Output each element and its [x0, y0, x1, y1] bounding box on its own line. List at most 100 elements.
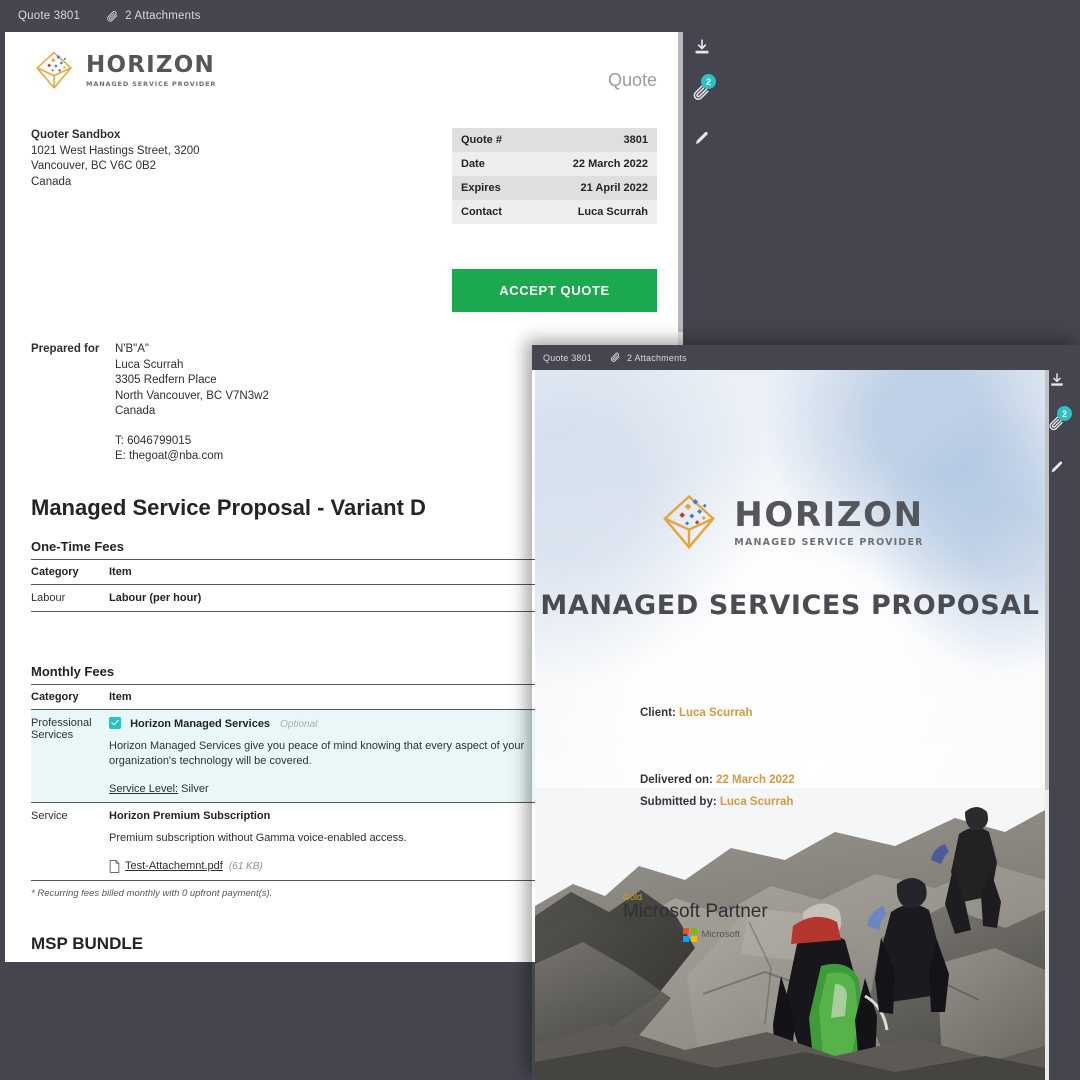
- prepared-for-label: Prepared for: [31, 343, 100, 355]
- back-attachments-label: 2 Attachments: [125, 10, 201, 22]
- edit-icon[interactable]: [1049, 459, 1065, 480]
- attachments-count-badge: 2: [701, 74, 716, 89]
- cover-delivered-value: 22 March 2022: [716, 774, 795, 786]
- cover-delivered-line: Delivered on: 22 March 2022: [640, 774, 1045, 786]
- company-address3: Canada: [31, 175, 72, 188]
- pdf-file-icon: [109, 859, 120, 873]
- paperclip-icon: [611, 352, 620, 362]
- cell-category: Professional Services: [31, 709, 109, 803]
- back-window-titlebar: Quote 3801 2 Attachments: [0, 0, 745, 32]
- microsoft-wordmark: Microsoft: [701, 929, 741, 941]
- col-category: Category: [31, 558, 109, 585]
- cell-category: Service: [31, 802, 109, 881]
- meta-value: 22 March 2022: [572, 158, 648, 170]
- attachments-icon[interactable]: 2: [692, 74, 716, 107]
- attachment-filename[interactable]: Test-Attachemnt.pdf: [125, 860, 223, 872]
- client-email: E: thegoat@nba.com: [115, 450, 224, 462]
- scrollbar-thumb[interactable]: [678, 32, 683, 332]
- download-icon[interactable]: [693, 38, 711, 61]
- optional-badge: Optional: [280, 718, 318, 730]
- accept-quote-button[interactable]: ACCEPT QUOTE: [452, 269, 657, 312]
- cell-item: Horizon Premium Subscription Premium sub…: [109, 802, 587, 881]
- client-company: N'B"A": [115, 343, 150, 355]
- cover-submitted-label: Submitted by:: [640, 796, 717, 808]
- attachments-icon[interactable]: 2: [1048, 406, 1072, 437]
- item-description: Premium subscription without Gamma voice…: [109, 831, 407, 844]
- service-level-value: Silver: [181, 782, 209, 795]
- item-name: Labour (per hour): [109, 591, 202, 604]
- meta-key: Expires: [461, 182, 501, 194]
- cover-delivered-label: Delivered on:: [640, 774, 713, 786]
- meta-row: Contact Luca Scurrah: [452, 200, 657, 224]
- service-level-line: Service Level: Silver: [109, 783, 587, 795]
- cover-client-value: Luca Scurrah: [678, 707, 753, 719]
- company-address2: Vancouver, BC V6C 0B2: [31, 160, 157, 172]
- microsoft-squares-icon: [683, 928, 697, 942]
- horizon-diamond-icon: [36, 51, 72, 90]
- col-category: Category: [31, 683, 109, 710]
- meta-row: Quote # 3801: [452, 128, 657, 152]
- cover-submitted-value: Luca Scurrah: [719, 796, 794, 808]
- front-window-action-rail: 2: [1048, 372, 1072, 502]
- back-window-action-rail: 2: [692, 38, 716, 174]
- meta-key: Date: [461, 158, 485, 170]
- meta-row: Expires 21 April 2022: [452, 176, 657, 200]
- attachment-size: (61 KB): [228, 860, 263, 872]
- cover-client-label: Client:: [640, 707, 676, 719]
- col-item: Item: [109, 683, 587, 710]
- proposal-cover-page: HORIZON MANAGED SERVICE PROVIDER MANAGED…: [535, 370, 1045, 1080]
- back-attachments-item[interactable]: 2 Attachments: [106, 10, 200, 23]
- paperclip-icon: [107, 10, 118, 22]
- service-level-label: Service Level:: [109, 782, 179, 795]
- front-attachments-item[interactable]: 2 Attachments: [610, 352, 687, 363]
- horizon-diamond-icon: [663, 494, 716, 550]
- meta-value: 3801: [623, 134, 648, 146]
- client-address3: Canada: [115, 405, 156, 417]
- meta-key: Quote #: [461, 134, 502, 146]
- recurring-fees-footnote: * Recurring fees billed monthly with 0 u…: [31, 887, 273, 899]
- front-window-titlebar: Quote 3801 2 Attachments: [532, 345, 1080, 370]
- back-quote-label[interactable]: Quote 3801: [18, 10, 80, 22]
- cover-submitted-line: Submitted by: Luca Scurrah: [640, 796, 1045, 808]
- logo-wordmark: HORIZON: [86, 52, 215, 78]
- cover-meta-block: Client: Luca Scurrah Delivered on: 22 Ma…: [640, 707, 1045, 808]
- item-description: Horizon Managed Services give you peace …: [109, 739, 525, 767]
- client-address2: North Vancouver, BC V7N3w2: [115, 389, 269, 402]
- cover-logo-wordmark: HORIZON: [734, 495, 924, 535]
- meta-value: 21 April 2022: [580, 182, 648, 194]
- cover-content: HORIZON MANAGED SERVICE PROVIDER MANAGED…: [535, 370, 1045, 942]
- client-phone: T: 6046799015: [115, 434, 192, 447]
- edit-icon[interactable]: [693, 129, 711, 152]
- company-address1: 1021 West Hastings Street, 3200: [31, 144, 200, 157]
- back-doc-header: HORIZON MANAGED SERVICE PROVIDER Quote: [31, 48, 657, 94]
- logo-tagline: MANAGED SERVICE PROVIDER: [86, 80, 217, 88]
- client-name: Luca Scurrah: [115, 358, 184, 371]
- quote-meta-table: Quote # 3801 Date 22 March 2022 Expires …: [452, 128, 657, 224]
- microsoft-partner-badge: Gold Microsoft Partner Microsoft: [623, 892, 768, 942]
- download-icon[interactable]: [1049, 372, 1065, 393]
- microsoft-logo: Microsoft: [683, 928, 768, 942]
- partner-name-label: Microsoft Partner: [623, 901, 768, 922]
- cell-item: Labour (per hour): [109, 584, 587, 612]
- meta-value: Luca Scurrah: [577, 206, 648, 218]
- front-quote-label[interactable]: Quote 3801: [543, 353, 592, 363]
- attachments-count-badge: 2: [1057, 406, 1072, 421]
- front-document-canvas: HORIZON MANAGED SERVICE PROVIDER MANAGED…: [535, 370, 1045, 1080]
- front-window: Quote 3801 2 Attachments HORIZON MANAGED…: [532, 345, 1080, 1080]
- meta-row: Date 22 March 2022: [452, 152, 657, 176]
- company-name: Quoter Sandbox: [31, 129, 121, 141]
- front-attachments-label: 2 Attachments: [627, 352, 687, 363]
- client-address1: 3305 Redfern Place: [115, 374, 217, 386]
- cover-logo: HORIZON MANAGED SERVICE PROVIDER: [535, 490, 1045, 556]
- cell-item: Horizon Managed Services Optional Horizo…: [109, 709, 587, 803]
- cover-logo-tagline: MANAGED SERVICE PROVIDER: [734, 537, 924, 548]
- item-name: Horizon Premium Subscription: [109, 809, 271, 822]
- horizon-logo: HORIZON MANAGED SERVICE PROVIDER: [31, 48, 216, 94]
- cover-client-line: Client: Luca Scurrah: [640, 707, 1045, 719]
- item-name: Horizon Managed Services: [130, 717, 271, 730]
- cover-title: MANAGED SERVICES PROPOSAL: [540, 590, 1040, 621]
- meta-key: Contact: [461, 206, 502, 218]
- optional-item-checkbox[interactable]: [109, 716, 121, 729]
- attachment-link-row[interactable]: Test-Attachemnt.pdf (61 KB): [109, 859, 587, 873]
- cell-category: Labour: [31, 584, 109, 612]
